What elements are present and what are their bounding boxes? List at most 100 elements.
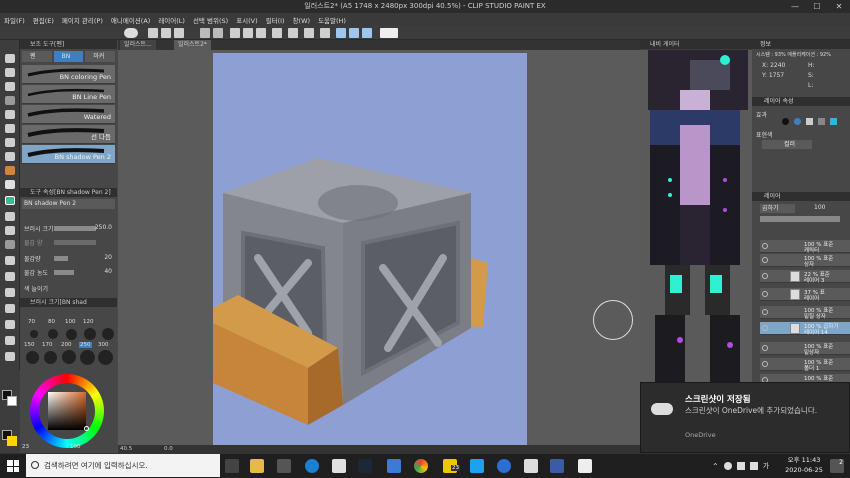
app-taskbar-icon[interactable]	[550, 459, 564, 473]
clear-icon[interactable]	[230, 28, 240, 38]
fill-icon[interactable]	[243, 28, 253, 38]
tab-illust-1[interactable]: 일러스트...	[120, 40, 156, 50]
brush-item[interactable]: 선 다듬	[22, 125, 115, 144]
volume-icon[interactable]	[749, 462, 758, 470]
tab-bn[interactable]: BN	[53, 51, 84, 62]
blend-tool-icon[interactable]	[5, 212, 15, 221]
hand-tool-icon[interactable]	[5, 352, 15, 361]
ruler-tool-icon[interactable]	[5, 288, 15, 297]
minimize-button[interactable]: —	[784, 0, 806, 13]
windows-start-icon[interactable]	[7, 460, 19, 472]
size-dot[interactable]	[80, 350, 95, 365]
eye-icon[interactable]	[762, 273, 768, 279]
mail-icon[interactable]	[387, 459, 401, 473]
selection-tool-icon[interactable]	[5, 82, 15, 91]
prop-slider[interactable]	[54, 270, 74, 275]
border-effect-icon[interactable]	[782, 118, 789, 125]
app-icon[interactable]	[332, 459, 346, 473]
save-icon[interactable]	[174, 28, 184, 38]
layer-row[interactable]: 100 % 표준 폴더 1	[760, 358, 850, 372]
transform-icon[interactable]	[256, 28, 266, 38]
edge-chromium-icon[interactable]	[497, 459, 511, 473]
show-selection-icon[interactable]	[320, 28, 330, 38]
size-dot[interactable]	[98, 350, 113, 365]
deselect-icon[interactable]	[272, 28, 282, 38]
texture-icon[interactable]	[818, 118, 825, 125]
chevron-up-icon[interactable]: ⌃	[712, 462, 719, 471]
brush-item[interactable]: BN Line Pen	[22, 85, 115, 104]
prop-slider[interactable]	[54, 226, 96, 231]
prop-value[interactable]: 250.0	[95, 224, 112, 231]
open-file-icon[interactable]	[161, 28, 171, 38]
size-dot[interactable]	[66, 329, 77, 340]
onedrive-tray-icon[interactable]	[723, 462, 732, 470]
prop-slider[interactable]	[54, 240, 96, 245]
menu-selection[interactable]: 선택 범위(S)	[193, 15, 228, 25]
size-dot[interactable]	[44, 351, 57, 364]
tab-illust-2[interactable]: 일러스트2*	[174, 40, 211, 50]
layer-color-icon[interactable]	[794, 118, 801, 125]
layer-row[interactable]: 100 % 표준 밑상자	[760, 342, 850, 356]
network-icon[interactable]	[736, 462, 745, 470]
invert-selection-icon[interactable]	[304, 28, 314, 38]
menu-filter[interactable]: 필터(I)	[266, 15, 285, 25]
saturation-value[interactable]: 100	[70, 444, 81, 450]
taskbar-search-input[interactable]: 검색하려면 여기에 입력하십시오.	[26, 454, 220, 477]
size-dot[interactable]	[26, 351, 39, 364]
tab-marker[interactable]: 마커	[85, 51, 116, 62]
sub-color-swatch[interactable]	[7, 396, 17, 406]
menu-page[interactable]: 페이지 관리(P)	[62, 15, 103, 25]
eye-icon[interactable]	[762, 345, 768, 351]
eyedropper-tool-icon[interactable]	[5, 110, 15, 119]
menu-view[interactable]: 표시(V)	[236, 15, 257, 25]
blend-mode-select[interactable]: 곱하기	[760, 204, 795, 213]
store-icon[interactable]	[277, 459, 291, 473]
new-file-icon[interactable]	[148, 28, 158, 38]
help-icon[interactable]	[380, 28, 398, 38]
menu-file[interactable]: 파일(F)	[4, 15, 25, 25]
undo-icon[interactable]	[200, 28, 210, 38]
notification-center-icon[interactable]: 2	[830, 459, 844, 473]
size-dot[interactable]	[62, 350, 76, 364]
menu-help[interactable]: 도움말(H)	[318, 15, 346, 25]
tab-pen[interactable]: 펜	[22, 51, 52, 62]
brush-tool-icon[interactable]	[5, 152, 15, 161]
layer-row[interactable]: 100 % 표준 밑칠 상자	[760, 306, 850, 320]
layer-row-selected[interactable]: 100 % 곱하기 레이어 14	[760, 322, 850, 336]
clip-studio-taskbar-icon[interactable]	[524, 459, 538, 473]
menu-layer[interactable]: 레이어(L)	[158, 15, 185, 25]
maximize-button[interactable]: ☐	[806, 0, 828, 13]
menu-window[interactable]: 창(W)	[293, 15, 310, 25]
layer-row[interactable]: 37 % 표 레이어	[760, 288, 850, 302]
size-dot[interactable]	[48, 329, 58, 339]
clip-studio-icon[interactable]	[124, 28, 138, 38]
size-dot[interactable]	[84, 328, 96, 340]
opacity-value[interactable]: 100	[814, 204, 825, 211]
prop-brush-size[interactable]: 브러시 크기 250.0	[24, 224, 114, 234]
size-dot[interactable]	[102, 328, 114, 340]
eye-icon[interactable]	[762, 243, 768, 249]
eye-icon[interactable]	[762, 309, 768, 315]
chrome-icon[interactable]	[414, 459, 428, 473]
eye-icon[interactable]	[762, 361, 768, 367]
snap-grid-icon[interactable]	[349, 28, 359, 38]
layer-row[interactable]: 100 % 표준 상자	[760, 254, 850, 268]
eraser-tool-icon[interactable]	[5, 196, 15, 205]
effect-extra-icon[interactable]	[830, 118, 837, 125]
screenshot-toast[interactable]: 스크린샷이 저장됨 스크린샷이 OneDrive에 추가되었습니다. OneDr…	[640, 382, 850, 453]
snap-ruler-icon[interactable]	[336, 28, 346, 38]
brush-item[interactable]: Watered	[22, 105, 115, 124]
size-dot[interactable]	[30, 330, 38, 338]
ime-indicator[interactable]: 가	[763, 461, 769, 471]
pencil-tool-icon[interactable]	[5, 138, 15, 147]
sub-color-swatch-2[interactable]	[7, 436, 17, 446]
saturation-value-square[interactable]	[48, 392, 86, 430]
snap-perspective-icon[interactable]	[362, 28, 372, 38]
clip-studio-paint-taskbar-icon[interactable]	[578, 459, 592, 473]
brush-item[interactable]: BN coloring Pen	[22, 65, 115, 84]
lasso-tool-icon[interactable]	[5, 96, 15, 105]
balloon-tool-icon[interactable]	[5, 320, 15, 329]
steam-icon[interactable]	[358, 459, 372, 473]
prop-value[interactable]: 20	[104, 254, 112, 261]
eye-icon[interactable]	[762, 257, 768, 263]
